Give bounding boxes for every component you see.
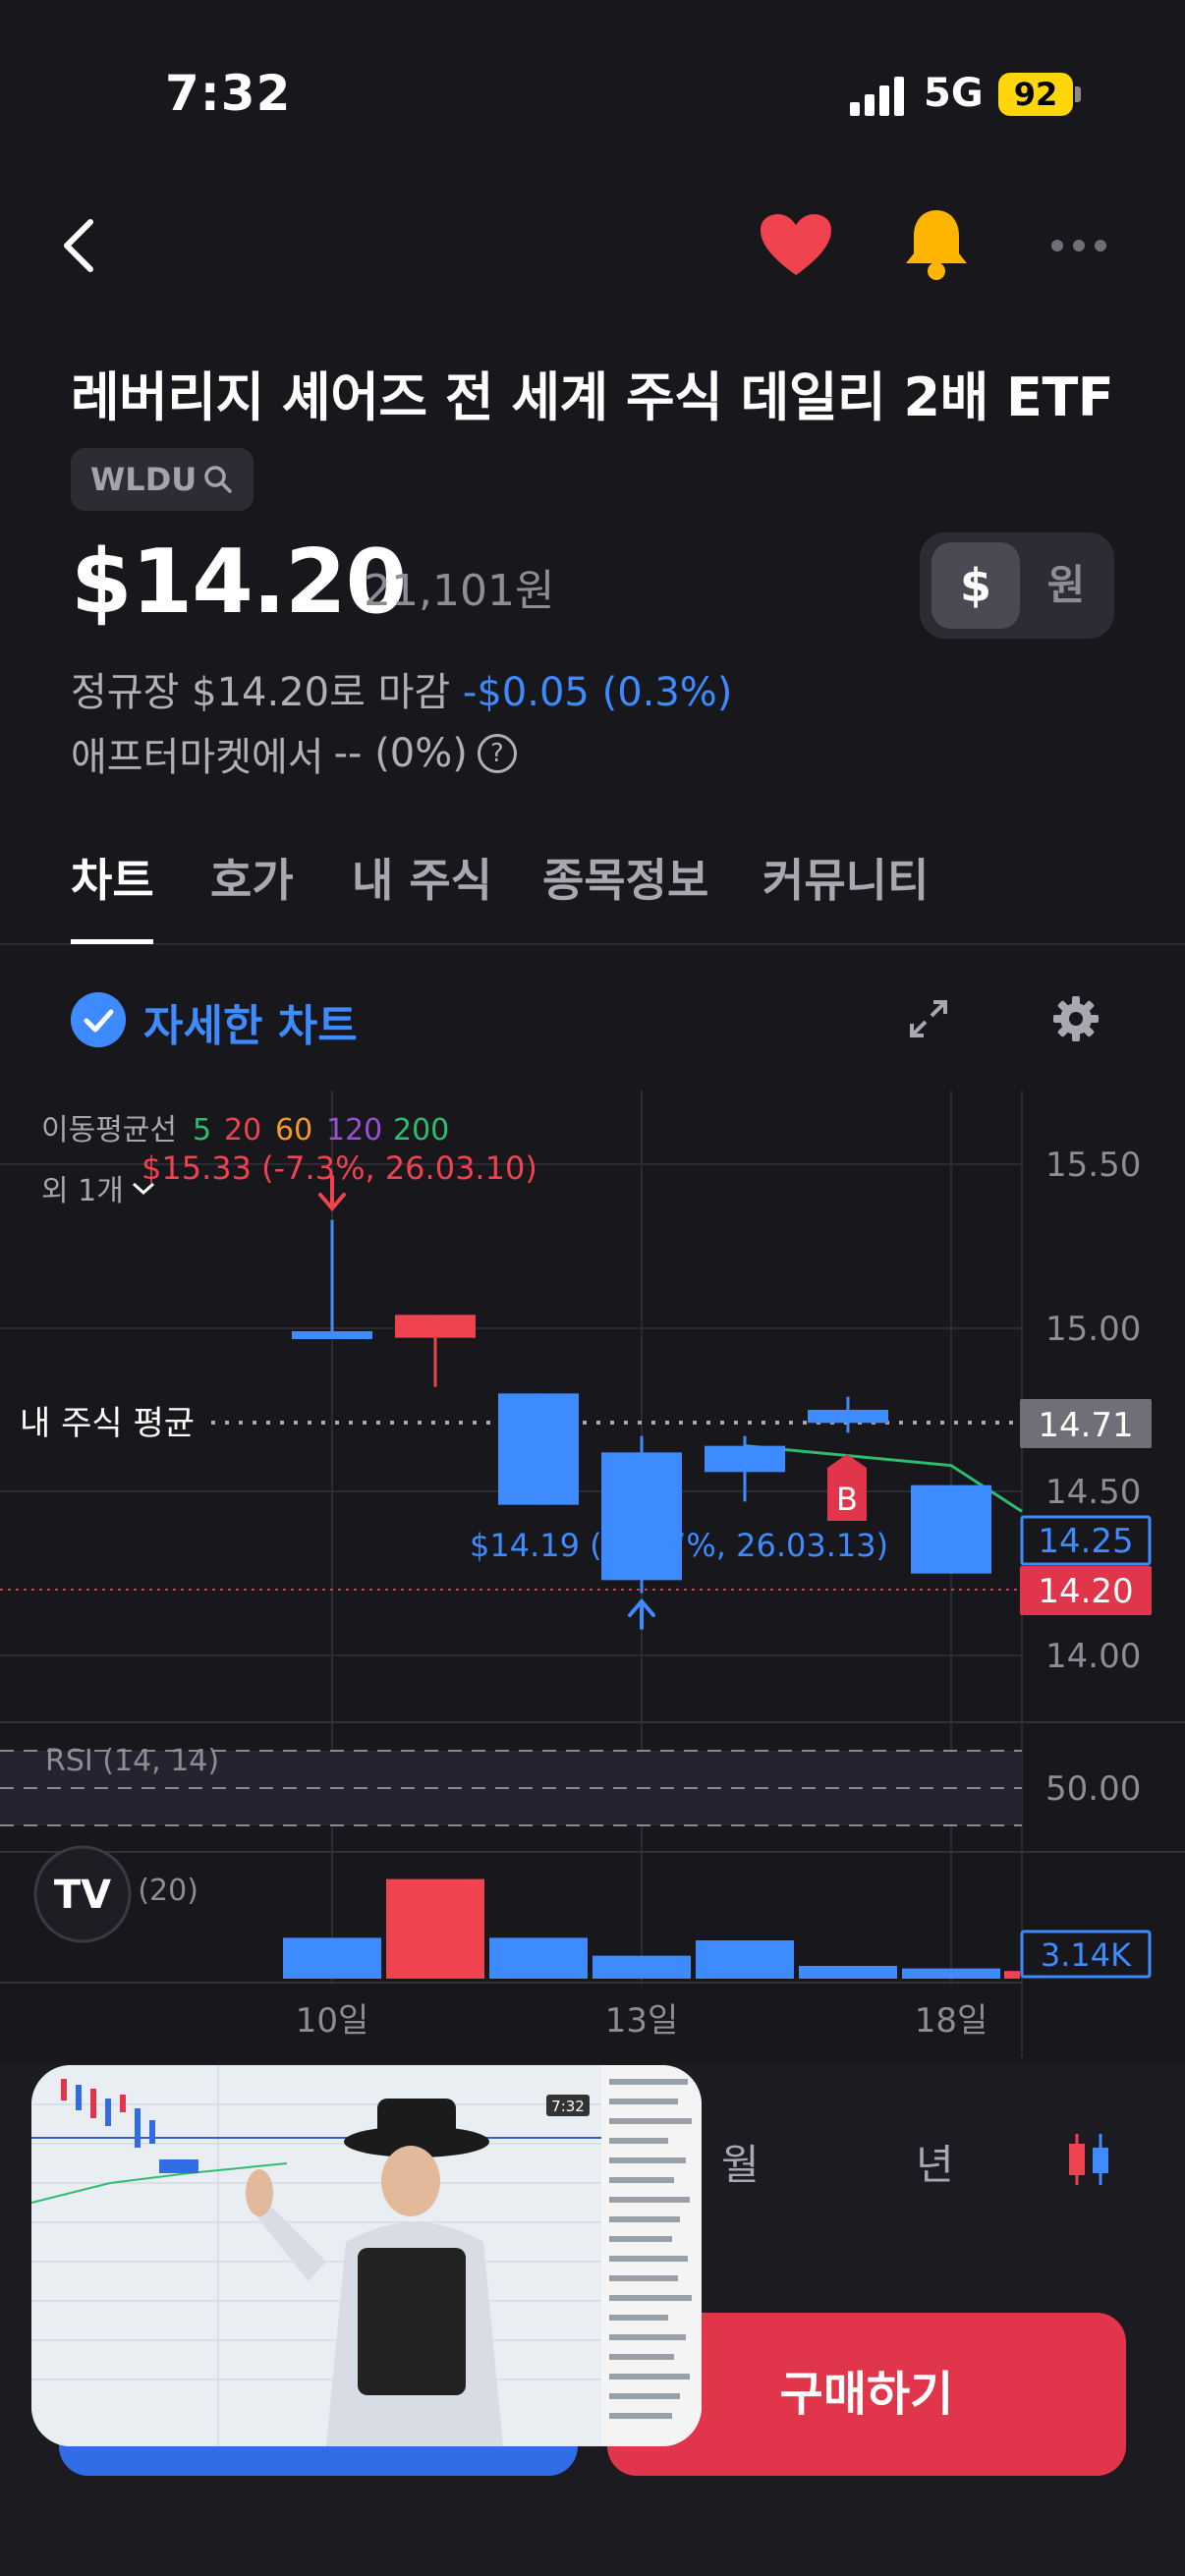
price-tag-blue: 14.25: [1038, 1522, 1133, 1561]
tradingview-logo-text: TV: [54, 1873, 111, 1918]
bell-icon[interactable]: [902, 206, 971, 281]
tab-chart[interactable]: 차트: [71, 845, 154, 910]
buy-marker: B: [827, 1454, 867, 1521]
volume-bar: [489, 1937, 588, 1979]
x-tick-18: 18일: [915, 2001, 988, 2041]
chart-grid: [0, 1091, 1023, 2058]
candle-body: [498, 1393, 579, 1505]
tab-orderbook[interactable]: 호가: [210, 845, 294, 910]
rsi-value: 50.00: [1045, 1769, 1141, 1809]
volume-bar: [386, 1878, 484, 1979]
candlestick-toggle-icon[interactable]: [1059, 2130, 1118, 2189]
help-icon[interactable]: ?: [477, 734, 517, 773]
low-arrow-icon: [628, 1597, 655, 1630]
volume-bar: [283, 1937, 381, 1979]
tab-active-indicator: [71, 939, 153, 944]
after-change: -- (0%): [333, 731, 468, 776]
currency-usd-option[interactable]: $: [931, 542, 1020, 629]
network-type: 5G: [924, 71, 984, 116]
y-tick-15.50: 15.50: [1045, 1146, 1141, 1185]
currency-krw-option[interactable]: 원: [1024, 542, 1108, 629]
battery-tip: [1075, 86, 1081, 102]
candle-body: [395, 1315, 476, 1338]
battery-icon: 92: [998, 73, 1073, 116]
ma-period-200: 200: [393, 1113, 449, 1148]
period-year[interactable]: 년: [916, 2132, 954, 2192]
heart-icon[interactable]: [759, 212, 833, 279]
status-time: 7:32: [165, 65, 292, 122]
pip-overlay-time: 7:32: [551, 2098, 585, 2115]
y-tick-15.00: 15.00: [1045, 1310, 1141, 1349]
candle-body: [292, 1331, 372, 1339]
low-note-right: 7%, 26.03.13): [666, 1527, 888, 1564]
checkbox-checked-icon[interactable]: [71, 992, 126, 1047]
pip-video-frame: 7:32: [31, 2065, 702, 2446]
x-tick-10: 10일: [296, 2001, 369, 2041]
volume-bar: [592, 1955, 691, 1979]
tab-stock-info[interactable]: 종목정보: [542, 845, 708, 910]
y-tick-14.00: 14.00: [1045, 1637, 1141, 1676]
current-price: $14.20: [71, 531, 407, 634]
volume-bar: [1004, 1971, 1020, 1979]
cellular-signal-icon: [850, 77, 904, 116]
regular-close-line: 정규장 $14.20로 마감 -$0.05 (0.3%): [71, 660, 732, 717]
gear-icon[interactable]: [1053, 996, 1099, 1041]
close-change: -$0.05 (0.3%): [462, 670, 733, 715]
volume-bar: [696, 1940, 794, 1979]
ma-label: 이동평균선: [41, 1113, 177, 1148]
after-prefix: 애프터마켓에서: [71, 735, 324, 780]
close-prefix: 정규장 $14.20로 마감: [71, 670, 451, 715]
more-icon[interactable]: [1049, 238, 1108, 253]
ma-period-120: 120: [326, 1113, 382, 1148]
rsi-label: RSI (14, 14): [45, 1744, 219, 1778]
ma-period-5: 5: [193, 1113, 211, 1148]
avg-value-tag: 14.71: [1038, 1406, 1133, 1445]
price-tag-red: 14.20: [1038, 1572, 1133, 1611]
volume-bar: [902, 1968, 1000, 1979]
tab-my-stock[interactable]: 내 주식: [352, 845, 492, 910]
volume-bar: [799, 1966, 897, 1979]
detailed-chart-label[interactable]: 자세한 차트: [143, 990, 358, 1053]
search-icon: [204, 466, 232, 493]
candle-body: [705, 1445, 785, 1473]
candle-body: [911, 1484, 991, 1574]
candlestick-chart[interactable]: B 이동평균선 5 20 60 120 200 외 1개 $15.33 (-7.3%, …: [0, 1091, 1185, 2073]
period-month[interactable]: 월: [721, 2132, 760, 2192]
ma-extra-label[interactable]: 외 1개: [41, 1174, 124, 1208]
ma-period-60: 60: [275, 1113, 312, 1148]
price-krw: 21,101원: [364, 566, 555, 616]
low-note-left: $14.19 (: [470, 1527, 602, 1564]
avg-label: 내 주식 평균: [20, 1404, 195, 1443]
x-tick-13: 13일: [605, 2001, 679, 2041]
stock-tabs: 차트 호가 내 주식 종목정보 커뮤니티: [0, 845, 1185, 945]
expand-icon[interactable]: [908, 998, 949, 1039]
high-note: $15.33 (-7.3%, 26.03.10): [141, 1149, 537, 1187]
ticker-search-chip[interactable]: WLDU: [71, 448, 254, 511]
buy-marker-label: B: [836, 1481, 858, 1518]
ma-period-20: 20: [224, 1113, 261, 1148]
pip-video[interactable]: 7:32: [31, 2065, 702, 2446]
ticker-label: WLDU: [90, 461, 198, 498]
y-tick-14.50: 14.50: [1045, 1473, 1141, 1512]
back-chevron-icon[interactable]: [57, 216, 102, 275]
tab-community[interactable]: 커뮤니티: [762, 845, 929, 910]
after-market-line: 애프터마켓에서 -- (0%) ?: [71, 725, 517, 782]
stock-title: 레버리지 셰어즈 전 세계 주식 데일리 2배 ETF: [71, 366, 1114, 428]
volume-value: 3.14K: [1041, 1936, 1132, 1974]
candle-body: [808, 1410, 888, 1424]
